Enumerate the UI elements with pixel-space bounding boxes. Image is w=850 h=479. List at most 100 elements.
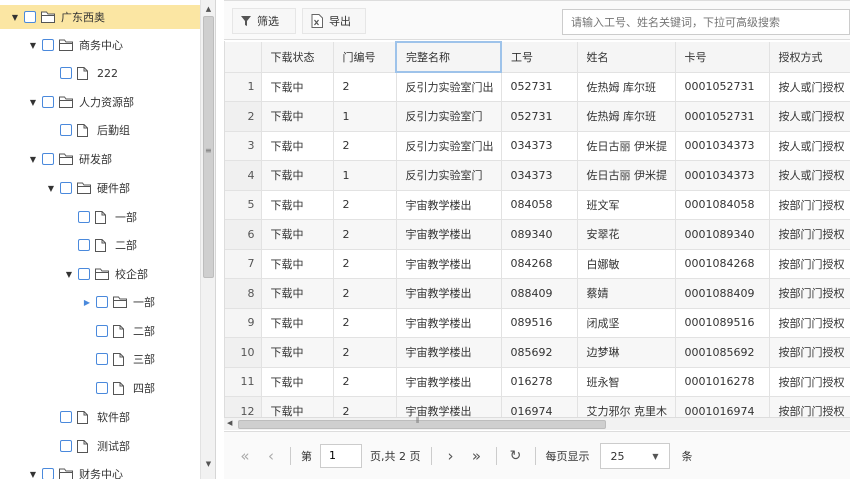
next-page-icon[interactable]: › — [438, 447, 464, 465]
cell-status: 下载中 — [261, 278, 334, 309]
table-row[interactable]: 11 下载中 2 宇宙教学楼出 016278 班永智 0001016278 按部门门授权 — [225, 367, 850, 397]
tree-node[interactable]: ▼ 硬件部 — [0, 176, 130, 200]
expand-toggle-icon[interactable]: ▶ — [80, 295, 94, 309]
table-row[interactable]: 9 下载中 2 宇宙教学楼出 089516 闭成坚 0001089516 按部门门授权 — [225, 308, 850, 338]
tree-node-checkbox[interactable] — [60, 440, 72, 452]
tree-node-checkbox[interactable] — [60, 411, 72, 423]
cell-name: 艾力邪尔 克里木 — [577, 396, 676, 417]
page-number-input[interactable] — [320, 443, 362, 468]
tree-node[interactable]: ▼ 校企部 — [0, 262, 148, 286]
collapse-toggle-icon[interactable]: ▼ — [26, 152, 40, 166]
cell-status: 下载中 — [261, 131, 334, 161]
grid-hscroll-thumb[interactable] — [238, 420, 606, 429]
row-number: 4 — [225, 160, 262, 191]
cell-auth-method: 按部门门授权 — [769, 337, 850, 368]
table-row[interactable]: 1 下载中 2 反引力实验室门出 052731 佐热姆 库尔班 0001052731 按人或门… — [225, 72, 850, 102]
tree-node[interactable]: ▼ 财务中心 — [0, 462, 123, 479]
tree-node[interactable]: 三部 — [0, 347, 155, 371]
page-size-select[interactable]: 25 ▼ — [599, 442, 670, 469]
prev-page-icon[interactable]: ‹ — [258, 447, 284, 465]
grid-horizontal-scrollbar[interactable]: ◀ ⦀ — [224, 416, 850, 430]
collapse-toggle-icon[interactable]: ▼ — [62, 267, 76, 281]
table-row[interactable]: 5 下载中 2 宇宙教学楼出 084058 班文军 0001084058 按部门门授权 — [225, 190, 850, 220]
tree-node[interactable]: ▶ 一部 — [0, 290, 155, 314]
tree-node-checkbox[interactable] — [78, 268, 90, 280]
tree-node-checkbox[interactable] — [42, 39, 54, 51]
row-number: 12 — [225, 396, 262, 417]
table-row[interactable]: 6 下载中 2 宇宙教学楼出 089340 安翠花 0001089340 按部门门授权 — [225, 219, 850, 250]
table-row[interactable]: 7 下载中 2 宇宙教学楼出 084268 白娜敏 0001084268 按部门门授权 — [225, 249, 850, 279]
column-header-full-name[interactable]: 完整名称 — [395, 41, 502, 73]
collapse-toggle-icon[interactable]: ▼ — [44, 181, 58, 195]
tree-node[interactable]: ▼ 研发部 — [0, 147, 112, 171]
scroll-left-icon[interactable]: ◀ — [227, 419, 232, 427]
table-row[interactable]: 10 下载中 2 宇宙教学楼出 085692 边梦琳 0001085692 按部门门授权 — [225, 337, 850, 368]
tree-node[interactable]: 二部 — [0, 233, 137, 257]
tree-node-checkbox[interactable] — [60, 182, 72, 194]
tree-node[interactable]: 软件部 — [0, 405, 130, 429]
tree-node-checkbox[interactable] — [96, 325, 108, 337]
cell-card-number: 0001084268 — [675, 249, 770, 279]
export-button[interactable]: 导出 — [302, 8, 366, 34]
cell-employee-id: 034373 — [501, 131, 578, 161]
collapse-toggle-icon[interactable]: ▼ — [26, 467, 40, 479]
toggle-spacer — [44, 66, 58, 80]
cell-auth-method: 按部门门授权 — [769, 278, 850, 309]
table-row[interactable]: 3 下载中 2 反引力实验室门出 034373 佐日古丽 伊米提 0001034373 按人或… — [225, 131, 850, 161]
refresh-icon[interactable]: ↻ — [503, 448, 529, 464]
last-page-icon[interactable]: » — [464, 447, 490, 465]
first-page-icon[interactable]: « — [232, 447, 258, 465]
row-number: 11 — [225, 367, 262, 397]
column-header-employee-id[interactable]: 工号 — [501, 42, 578, 73]
tree-node[interactable]: ▼ 人力资源部 — [0, 90, 134, 114]
cell-card-number: 0001034373 — [675, 160, 770, 191]
table-row[interactable]: 4 下载中 1 反引力实验室门 034373 佐日古丽 伊米提 0001034373 按人或门… — [225, 160, 850, 191]
collapse-toggle-icon[interactable]: ▼ — [26, 95, 40, 109]
tree-node-label: 后勤组 — [97, 124, 130, 137]
tree-node-checkbox[interactable] — [60, 124, 72, 136]
table-row[interactable]: 2 下载中 1 反引力实验室门 052731 佐热姆 库尔班 0001052731 按人或门授… — [225, 101, 850, 132]
file-icon — [77, 439, 93, 453]
tree-node[interactable]: 测试部 — [0, 434, 130, 458]
tree-node-checkbox[interactable] — [78, 239, 90, 251]
collapse-toggle-icon[interactable]: ▼ — [26, 38, 40, 52]
column-header-status[interactable]: 下载状态 — [261, 42, 334, 73]
column-header-card-number[interactable]: 卡号 — [675, 42, 770, 73]
tree-scrollbar[interactable]: ▲ ≡ ▼ — [200, 0, 215, 479]
cell-card-number: 0001052731 — [675, 72, 770, 102]
tree-node[interactable]: 一部 — [0, 205, 137, 229]
tree-node[interactable]: 222 — [0, 61, 118, 85]
tree-node-checkbox[interactable] — [42, 153, 54, 165]
scroll-down-icon[interactable]: ▼ — [201, 457, 215, 471]
cell-employee-id: 052731 — [501, 101, 578, 132]
tree-node-checkbox[interactable] — [96, 382, 108, 394]
cell-auth-method: 按部门门授权 — [769, 308, 850, 338]
unit-label: 条 — [681, 449, 693, 463]
tree-node-checkbox[interactable] — [24, 11, 36, 23]
tree-node-checkbox[interactable] — [96, 296, 108, 308]
filter-button[interactable]: 筛选 — [232, 8, 296, 34]
tree-node-checkbox[interactable] — [96, 353, 108, 365]
tree-node[interactable]: 四部 — [0, 376, 155, 400]
column-header-auth-method[interactable]: 授权方式 — [769, 42, 850, 73]
tree-node[interactable]: ▼ 商务中心 — [0, 33, 123, 57]
table-row[interactable]: 8 下载中 2 宇宙教学楼出 088409 蔡婧 0001088409 按部门门授权 — [225, 278, 850, 309]
column-header-name[interactable]: 姓名 — [577, 42, 676, 73]
divider — [430, 446, 432, 465]
toggle-spacer — [80, 352, 94, 366]
tree-node[interactable]: 二部 — [0, 319, 155, 343]
tree-node-checkbox[interactable] — [60, 67, 72, 79]
tree-node-checkbox[interactable] — [78, 211, 90, 223]
tree-node-checkbox[interactable] — [42, 468, 54, 479]
search-input[interactable] — [562, 9, 850, 35]
tree-node[interactable]: 后勤组 — [0, 118, 130, 142]
collapse-toggle-icon[interactable]: ▼ — [8, 10, 22, 24]
grid-body: 1 下载中 2 反引力实验室门出 052731 佐热姆 库尔班 0001052731 按人或门… — [225, 72, 850, 417]
table-row[interactable]: 12 下载中 2 宇宙教学楼出 016974 艾力邪尔 克里木 0001016974 按部门门… — [225, 396, 850, 417]
cell-full-name: 宇宙教学楼出 — [396, 396, 502, 417]
tree-node-checkbox[interactable] — [42, 96, 54, 108]
column-header-door-number[interactable]: 门编号 — [333, 42, 397, 73]
scroll-up-icon[interactable]: ▲ — [201, 2, 215, 16]
tree-node-label: 财务中心 — [79, 468, 123, 479]
tree-node[interactable]: ▼ 广东西奥 — [0, 5, 200, 29]
